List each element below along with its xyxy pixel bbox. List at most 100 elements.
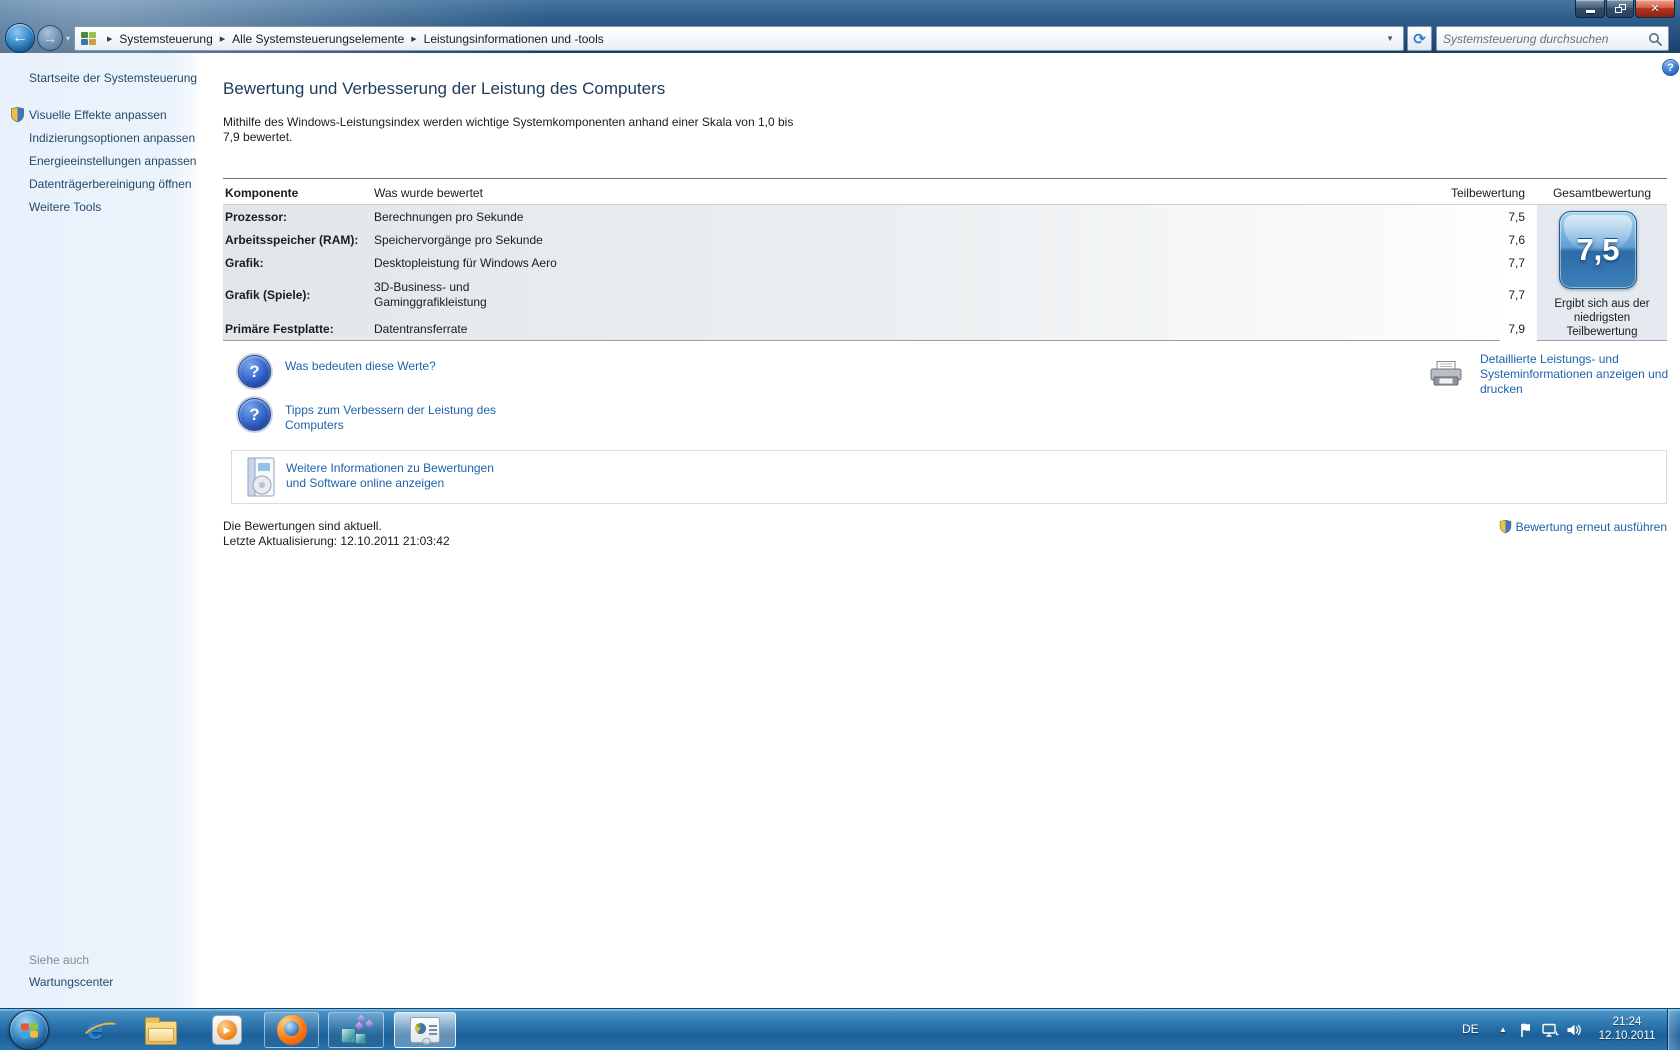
sidebar-item-weitere-tools[interactable]: Weitere Tools [29, 200, 101, 214]
windows-logo-icon [20, 1021, 38, 1039]
desktop: ✕ ← → ▾ ▶ Systemsteuerung ▶ Alle Systems… [0, 0, 1680, 1050]
page-intro: Mithilfe des Windows-Leistungsindex werd… [223, 115, 793, 145]
printer-icon [1430, 361, 1462, 386]
action-center-flag-icon[interactable] [1518, 1022, 1536, 1038]
taskbar-item-control-panel-active[interactable] [394, 1012, 456, 1048]
breadcrumb-separator-icon: ▶ [219, 35, 226, 43]
show-hidden-icons-icon[interactable]: ▲ [1499, 1025, 1507, 1034]
window-titlebar[interactable]: ✕ ← → ▾ ▶ Systemsteuerung ▶ Alle Systems… [0, 0, 1680, 53]
sidebar-item-datentraegerbereinigung[interactable]: Datenträgerbereinigung öffnen [29, 177, 192, 191]
internet-explorer-icon: e [86, 1013, 104, 1046]
sidebar-item-indizierungsoptionen[interactable]: Indizierungsoptionen anpassen [29, 131, 195, 145]
row-assessed: 3D-Business- und Gaminggrafikleistung [374, 279, 487, 309]
close-button[interactable]: ✕ [1635, 0, 1675, 18]
base-score-badge: 7,5 [1559, 211, 1637, 289]
row-component: Grafik: [225, 255, 264, 270]
language-indicator[interactable]: DE [1462, 1022, 1479, 1036]
breadcrumb-separator-icon: ▶ [107, 35, 113, 43]
sidebar-item-home[interactable]: Startseite der Systemsteuerung [29, 71, 197, 85]
breadcrumb-separator-icon: ▶ [411, 35, 417, 43]
row-assessed: Berechnungen pro Sekunde [374, 209, 524, 224]
taskbar-item-cubes-app[interactable] [328, 1012, 384, 1048]
clock-time: 21:24 [1612, 1016, 1642, 1028]
wei-table-header: Komponente Was wurde bewertet Teilbewert… [223, 178, 1667, 204]
close-icon: ✕ [1650, 2, 1660, 15]
sidebar-item-wartungscenter[interactable]: Wartungscenter [29, 975, 113, 989]
recent-pages-chevron-icon[interactable]: ▾ [66, 34, 70, 43]
refresh-button[interactable]: ⟳ [1407, 26, 1432, 51]
window-content: Startseite der Systemsteuerung Visuelle … [0, 53, 1680, 1008]
media-player-icon: ▶ [212, 1015, 242, 1045]
tips-link[interactable]: Tipps zum Verbessern der Leistung des Co… [285, 403, 500, 433]
search-input[interactable]: Systemsteuerung durchsuchen [1436, 26, 1669, 51]
base-score-caption: Ergibt sich aus der niedrigsten Teilbewe… [1554, 298, 1650, 338]
taskbar-item-media-player[interactable]: ▶ [207, 1013, 247, 1047]
restore-icon [1614, 4, 1626, 13]
row-component: Prozessor: [225, 209, 288, 224]
volume-icon[interactable] [1565, 1022, 1583, 1038]
base-score-panel: 7,5 Ergibt sich aus der niedrigsten Teil… [1537, 204, 1667, 341]
table-row: Grafik (Spiele): 3D-Business- und Gaming… [223, 274, 1537, 315]
control-panel-icon [81, 32, 96, 45]
network-icon[interactable] [1541, 1022, 1559, 1038]
what-values-link[interactable]: Was bedeuten diese Werte? [285, 359, 436, 374]
column-header-teilbewertung: Teilbewertung [1450, 186, 1525, 200]
table-row: Grafik: Desktopleistung für Windows Aero… [223, 251, 1537, 274]
row-subscore: 7,9 [1500, 315, 1537, 342]
wei-table-body: Prozessor: Berechnungen pro Sekunde 7,5 … [223, 204, 1537, 342]
breadcrumb-item-leistungsinformationen[interactable]: Leistungsinformationen und -tools [424, 32, 604, 46]
rerun-assessment-label[interactable]: Bewertung erneut ausführen [1516, 520, 1667, 534]
address-dropdown-icon[interactable]: ▼ [1381, 34, 1399, 43]
page-title: Bewertung und Verbesserung der Leistung … [223, 79, 666, 98]
main-pane: ? Bewertung und Verbesserung der Leistun… [200, 53, 1680, 1008]
start-button[interactable] [9, 1010, 49, 1050]
table-row: Arbeitsspeicher (RAM): Speichervorgänge … [223, 228, 1537, 251]
question-mark-icon[interactable]: ? [238, 398, 271, 431]
status-text: Die Bewertungen sind aktuell. Letzte Akt… [223, 519, 450, 549]
taskbar: e ▶ DE ▲ 21:24 12.10.2011 [0, 1008, 1680, 1050]
address-breadcrumb-bar[interactable]: ▶ Systemsteuerung ▶ Alle Systemsteuerung… [74, 26, 1404, 51]
forward-button[interactable]: → [37, 25, 63, 51]
minimize-button[interactable] [1575, 0, 1605, 18]
restore-button[interactable] [1606, 0, 1634, 18]
column-header-komponente: Komponente [225, 186, 299, 200]
wei-table: Komponente Was wurde bewertet Teilbewert… [223, 178, 1667, 342]
breadcrumb-item-alle-elemente[interactable]: Alle Systemsteuerungselemente [232, 32, 404, 46]
sidebar: Startseite der Systemsteuerung Visuelle … [0, 53, 200, 1008]
show-desktop-button[interactable] [1667, 1009, 1680, 1050]
clock[interactable]: 21:24 12.10.2011 [1592, 1015, 1662, 1043]
detailed-info-link[interactable]: Detaillierte Leistungs- und Systeminform… [1480, 352, 1670, 397]
help-icon[interactable]: ? [1662, 59, 1679, 76]
breadcrumb-item-systemsteuerung[interactable]: Systemsteuerung [119, 32, 212, 46]
row-subscore: 7,5 [1508, 209, 1525, 224]
back-button[interactable]: ← [5, 23, 35, 53]
table-row: Prozessor: Berechnungen pro Sekunde 7,5 [223, 205, 1537, 228]
sidebar-item-energieeinstellungen[interactable]: Energieeinstellungen anpassen [29, 154, 196, 168]
see-also-header: Siehe auch [29, 953, 90, 967]
cubes-app-icon [339, 1014, 374, 1046]
intro-line-1: Mithilfe des Windows-Leistungsindex werd… [223, 115, 794, 129]
row-component: Grafik (Spiele): [225, 287, 311, 302]
table-row: Primäre Festplatte: Datentransferrate 7,… [223, 315, 1537, 342]
navigation-bar: ← → ▾ ▶ Systemsteuerung ▶ Alle Systemste… [0, 23, 1680, 53]
taskbar-item-explorer[interactable] [141, 1013, 181, 1047]
uac-shield-icon [11, 106, 24, 123]
online-info-link[interactable]: Weitere Informationen zu Bewertungen und… [286, 461, 506, 491]
clock-date: 12.10.2011 [1598, 1030, 1656, 1042]
taskbar-item-firefox[interactable] [264, 1012, 319, 1048]
taskbar-item-internet-explorer[interactable]: e [75, 1013, 115, 1047]
online-info-box: Weitere Informationen zu Bewertungen und… [231, 450, 1667, 504]
search-placeholder: Systemsteuerung durchsuchen [1443, 31, 1609, 46]
column-header-was-wurde-bewertet: Was wurde bewertet [374, 186, 483, 200]
column-header-gesamtbewertung: Gesamtbewertung [1552, 186, 1652, 200]
row-assessed: Speichervorgänge pro Sekunde [374, 232, 543, 247]
row-subscore: 7,7 [1500, 274, 1537, 315]
sidebar-item-visuelle-effekte[interactable]: Visuelle Effekte anpassen [29, 108, 167, 122]
row-assessed: Desktopleistung für Windows Aero [374, 255, 557, 270]
rerun-assessment-link[interactable]: Bewertung erneut ausführen [1498, 519, 1667, 534]
software-box-icon [247, 457, 275, 497]
row-component: Primäre Festplatte: [225, 321, 334, 336]
question-mark-icon[interactable]: ? [238, 355, 271, 388]
row-subscore: 7,6 [1500, 228, 1537, 251]
minimize-icon [1585, 10, 1595, 13]
